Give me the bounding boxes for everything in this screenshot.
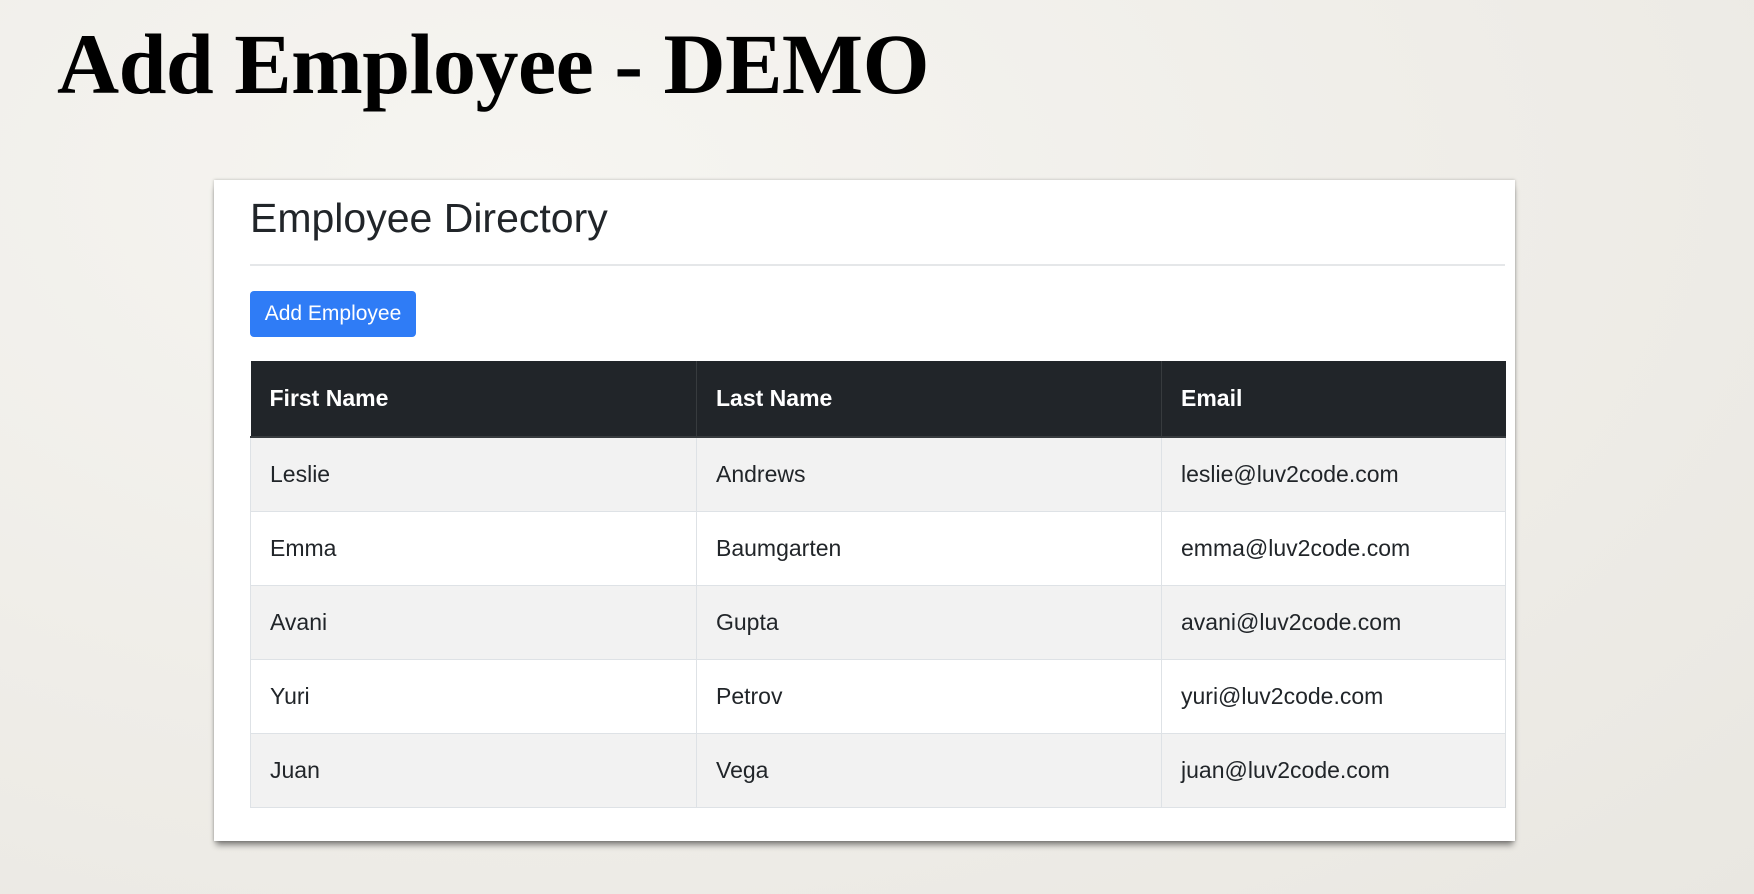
slide-title: Add Employee - DEMO <box>57 16 930 112</box>
cell-email: emma@luv2code.com <box>1161 511 1506 586</box>
table-row: Yuri Petrov yuri@luv2code.com <box>250 659 1506 734</box>
cell-first-name: Yuri <box>250 659 697 734</box>
table-header: First Name Last Name Email <box>250 361 1506 438</box>
add-employee-button[interactable]: Add Employee <box>250 291 416 337</box>
table-row: Avani Gupta avani@luv2code.com <box>250 585 1506 660</box>
cell-first-name: Juan <box>250 733 697 808</box>
column-header-last-name: Last Name <box>696 361 1162 438</box>
cell-email: avani@luv2code.com <box>1161 585 1506 660</box>
table-row: Juan Vega juan@luv2code.com <box>250 733 1506 808</box>
cell-first-name: Emma <box>250 511 697 586</box>
cell-last-name: Petrov <box>696 659 1162 734</box>
table-row: Leslie Andrews leslie@luv2code.com <box>250 436 1506 512</box>
cell-first-name: Avani <box>250 585 697 660</box>
cell-last-name: Vega <box>696 733 1162 808</box>
cell-last-name: Andrews <box>696 436 1162 512</box>
cell-email: juan@luv2code.com <box>1161 733 1506 808</box>
cell-last-name: Gupta <box>696 585 1162 660</box>
cell-email: leslie@luv2code.com <box>1161 436 1506 512</box>
cell-last-name: Baumgarten <box>696 511 1162 586</box>
table-body: Leslie Andrews leslie@luv2code.com Emma … <box>250 436 1506 808</box>
column-header-email: Email <box>1161 361 1506 438</box>
page-title: Employee Directory <box>250 195 608 241</box>
column-header-first-name: First Name <box>250 361 697 438</box>
employee-table: First Name Last Name Email Leslie Andrew… <box>250 361 1506 808</box>
cell-first-name: Leslie <box>250 436 697 512</box>
table-row: Emma Baumgarten emma@luv2code.com <box>250 511 1506 586</box>
cell-email: yuri@luv2code.com <box>1161 659 1506 734</box>
app-screenshot-frame: Employee Directory Add Employee First Na… <box>214 180 1515 841</box>
table-header-row: First Name Last Name Email <box>250 361 1506 438</box>
heading-divider <box>250 264 1505 266</box>
